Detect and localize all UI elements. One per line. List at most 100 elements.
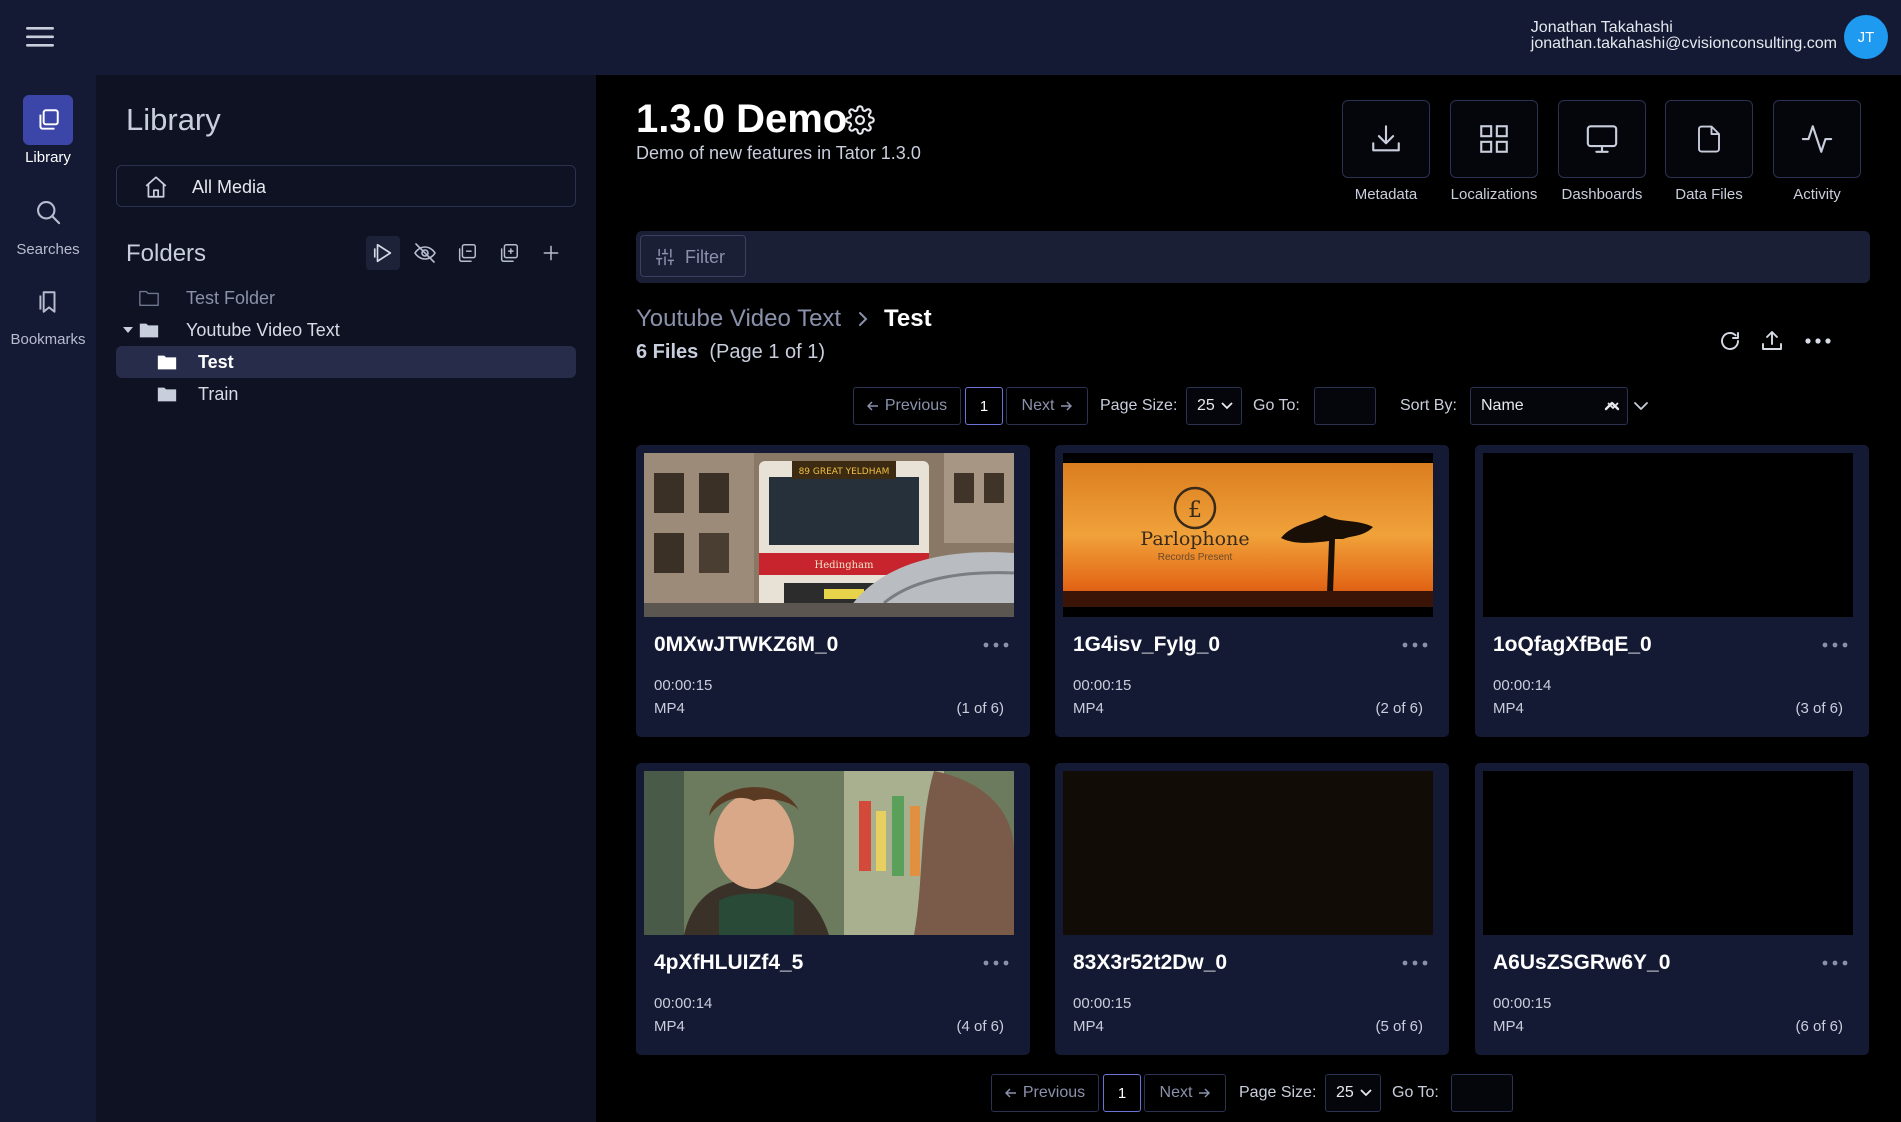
rail-item-library[interactable]: Library — [0, 95, 96, 166]
goto-input[interactable] — [1451, 1074, 1513, 1112]
card-name: 4pXfHLUIZf4_5 — [654, 951, 804, 974]
card-name: A6UsZSGRw6Y_0 — [1493, 951, 1671, 974]
file-count: 6 Files (Page 1 of 1) — [636, 341, 825, 364]
more-icon[interactable] — [1819, 635, 1851, 655]
goto-label: Go To: — [1253, 397, 1300, 414]
home-icon — [143, 174, 169, 200]
chevron-right-icon — [856, 311, 870, 327]
eye-off-icon[interactable] — [408, 236, 442, 270]
tree-item-train[interactable]: Train — [116, 378, 576, 410]
card-name: 1oQfagXfBqE_0 — [1493, 633, 1652, 656]
media-card[interactable]: A6UsZSGRw6Y_0 00:00:15 MP4 (6 of 6) — [1475, 763, 1869, 1055]
card-name: 1G4isv_FyIg_0 — [1073, 633, 1221, 656]
page-size-select[interactable]: 25 — [1325, 1074, 1381, 1112]
activity-label: Activity — [1793, 186, 1841, 203]
all-media-label: All Media — [192, 177, 267, 197]
breadcrumb-parent[interactable]: Youtube Video Text — [636, 305, 841, 333]
sliders-icon — [655, 247, 675, 267]
filter-button[interactable]: Filter — [640, 235, 746, 277]
data-files-label: Data Files — [1675, 186, 1743, 203]
card-duration: 00:00:15 — [1073, 995, 1132, 1012]
breadcrumb-current: Test — [884, 305, 932, 332]
chevron-down-icon — [1221, 402, 1233, 410]
file-icon — [1665, 100, 1753, 178]
more-icon[interactable] — [980, 635, 1012, 655]
more-icon[interactable] — [1819, 953, 1851, 973]
sort-desc-icon[interactable] — [1630, 395, 1652, 417]
folder-icon — [156, 384, 178, 404]
collapse-all-icon[interactable] — [450, 236, 484, 270]
library-title: Library — [126, 102, 221, 137]
media-card[interactable]: 89 GREAT YELDHAM Hedingham 0MXwJTWKZ6M_0… — [636, 445, 1030, 737]
more-icon[interactable] — [980, 953, 1012, 973]
next-label: Next — [1159, 1084, 1193, 1101]
next-button[interactable]: Next — [1144, 1074, 1226, 1112]
media-card[interactable]: 4pXfHLUIZf4_5 00:00:14 MP4 (4 of 6) — [636, 763, 1030, 1055]
media-card[interactable]: 83X3r52t2Dw_0 00:00:15 MP4 (5 of 6) — [1055, 763, 1449, 1055]
rail-item-bookmarks[interactable]: Bookmarks — [0, 277, 96, 348]
rail-item-searches[interactable]: Searches — [0, 187, 96, 258]
thumbnail-parlophone: £ Parlophone Records Present — [1063, 453, 1433, 617]
search-icon — [23, 187, 73, 237]
chevron-down-icon — [1360, 1089, 1372, 1097]
play-folder-icon[interactable] — [366, 236, 400, 270]
card-position: (1 of 6) — [956, 700, 1004, 717]
caret-down-icon[interactable] — [122, 325, 134, 335]
library-panel: Library All Media Folders Test Folder Yo… — [96, 75, 596, 1122]
thumbnail-black — [1483, 453, 1853, 617]
svg-text:89 GREAT YELDHAM: 89 GREAT YELDHAM — [799, 467, 890, 477]
file-count-number: 6 Files — [636, 341, 699, 363]
card-type: MP4 — [1073, 1018, 1104, 1035]
upload-icon[interactable] — [1756, 325, 1788, 357]
add-folder-icon[interactable] — [534, 236, 568, 270]
more-icon[interactable] — [1399, 953, 1431, 973]
goto-input[interactable] — [1314, 387, 1376, 425]
tree-item-youtube-video-text[interactable]: Youtube Video Text — [116, 314, 576, 346]
user-info: Jonathan Takahashi jonathan.takahashi@cv… — [1531, 20, 1837, 52]
metadata-button[interactable]: Metadata — [1342, 100, 1430, 203]
media-card[interactable]: 1oQfagXfBqE_0 00:00:14 MP4 (3 of 6) — [1475, 445, 1869, 737]
previous-button[interactable]: Previous — [853, 387, 961, 425]
dashboards-button[interactable]: Dashboards — [1558, 100, 1646, 203]
card-duration: 00:00:14 — [654, 995, 713, 1012]
card-duration: 00:00:15 — [1073, 677, 1132, 694]
thumbnail-person — [644, 771, 1014, 935]
thumbnail-black — [1483, 771, 1853, 935]
more-icon[interactable] — [1399, 635, 1431, 655]
data-files-button[interactable]: Data Files — [1665, 100, 1753, 203]
page-size-label: Page Size: — [1100, 397, 1178, 414]
dashboards-label: Dashboards — [1561, 186, 1643, 203]
activity-icon — [1773, 100, 1861, 178]
page-number-button[interactable]: 1 — [1103, 1074, 1141, 1112]
card-position: (5 of 6) — [1375, 1018, 1423, 1035]
tree-item-test[interactable]: Test — [116, 346, 576, 378]
rail-label: Bookmarks — [10, 331, 86, 348]
tree-item-test-folder[interactable]: Test Folder — [116, 282, 576, 314]
left-rail: Library Searches Bookmarks — [0, 75, 96, 1122]
folder-icon — [156, 352, 178, 372]
refresh-icon[interactable] — [1714, 325, 1746, 357]
gear-icon[interactable] — [845, 105, 875, 135]
previous-button[interactable]: Previous — [991, 1074, 1099, 1112]
media-card[interactable]: £ Parlophone Records Present 1G4isv_FyIg… — [1055, 445, 1449, 737]
next-button[interactable]: Next — [1006, 387, 1088, 425]
sort-by-label: Sort By: — [1400, 397, 1457, 414]
main-content: 1.3.0 Demo Demo of new features in Tator… — [596, 75, 1901, 1122]
activity-button[interactable]: Activity — [1773, 100, 1861, 203]
all-media-button[interactable]: All Media — [116, 165, 576, 207]
card-name: 83X3r52t2Dw_0 — [1073, 951, 1228, 974]
card-type: MP4 — [654, 1018, 685, 1035]
filter-label: Filter — [685, 247, 725, 267]
page-size-select[interactable]: 25 — [1186, 387, 1242, 425]
avatar[interactable]: JT — [1844, 15, 1888, 59]
sort-by-value: Name — [1481, 397, 1524, 414]
sort-asc-icon[interactable] — [1601, 395, 1623, 417]
menu-icon[interactable] — [24, 22, 56, 52]
thumbnail-dark — [1063, 771, 1433, 935]
expand-all-icon[interactable] — [492, 236, 526, 270]
localizations-button[interactable]: Localizations — [1450, 100, 1538, 203]
rail-label: Searches — [16, 241, 80, 258]
page-number-button[interactable]: 1 — [965, 387, 1003, 425]
download-icon — [1342, 100, 1430, 178]
more-icon[interactable] — [1802, 325, 1834, 357]
